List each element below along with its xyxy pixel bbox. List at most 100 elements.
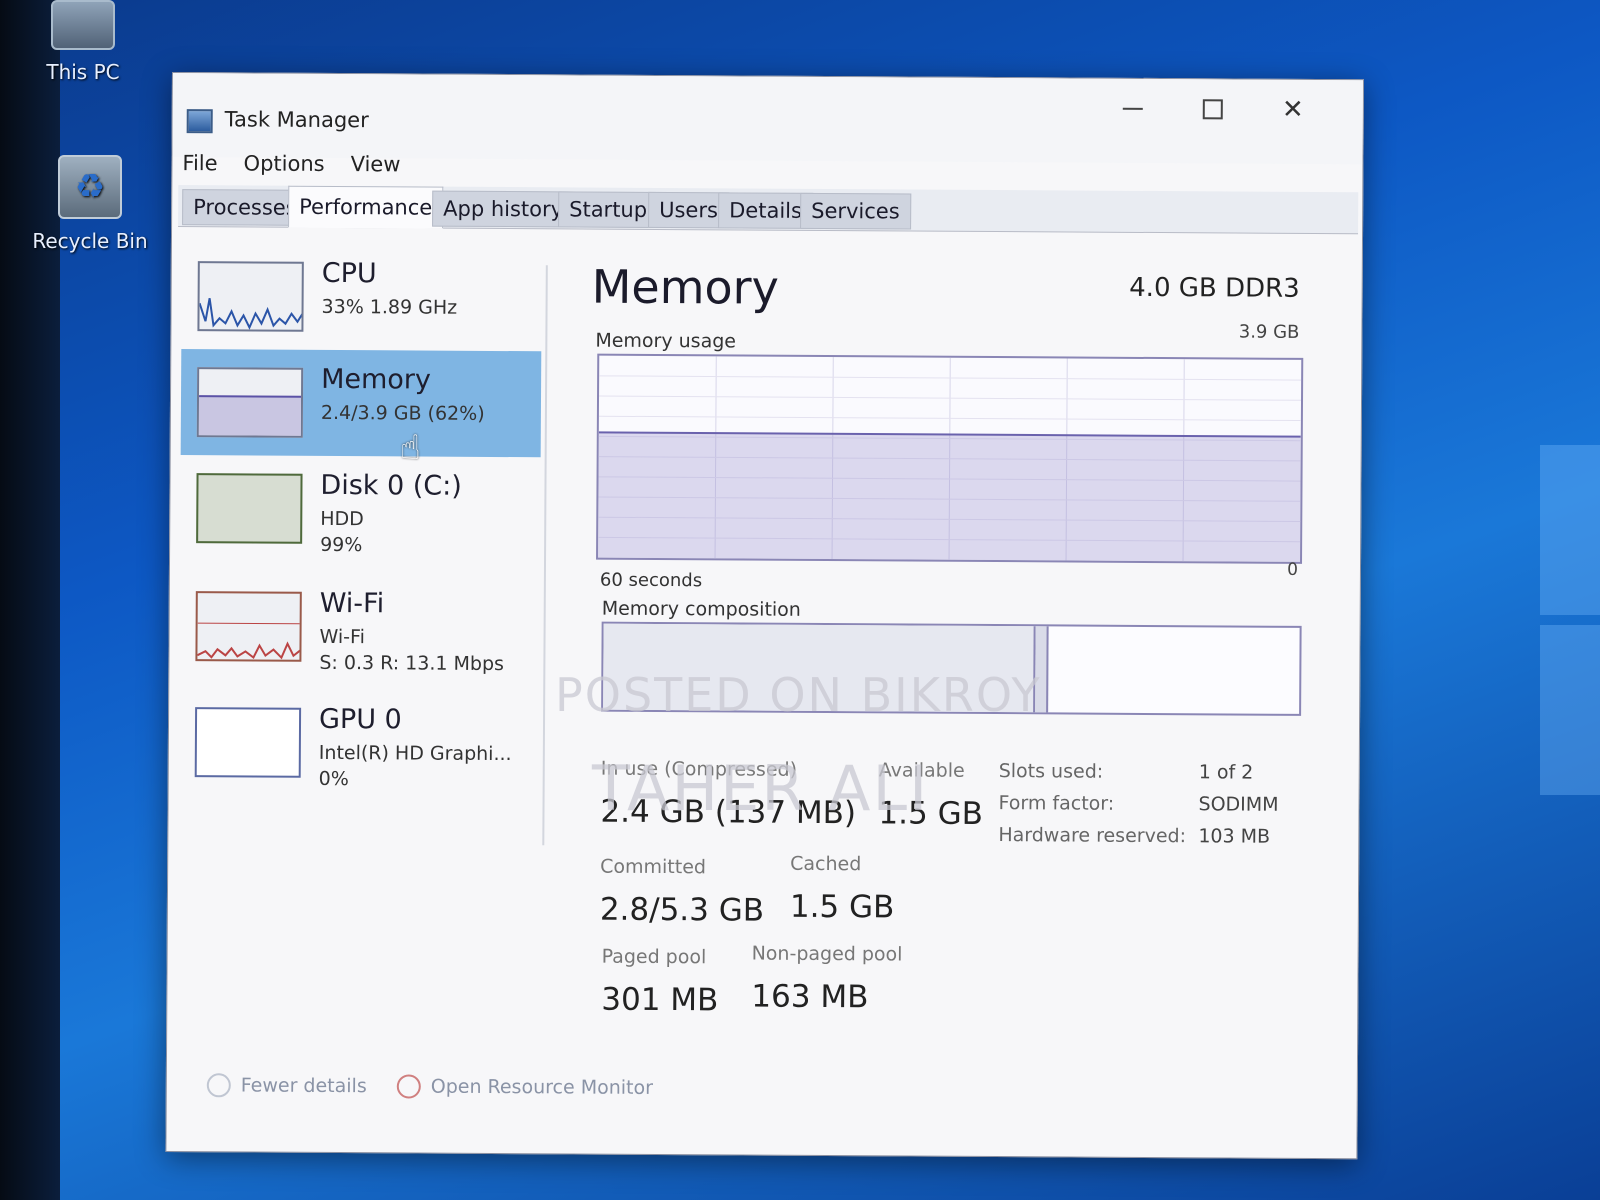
stat-value: 163 MB [751,978,869,1016]
minimize-icon [1122,107,1143,110]
desktop-icon-label: This PC [46,60,120,84]
usage-chart-max: 3.9 GB [1238,321,1300,343]
sidebar-item-disk[interactable]: Disk 0 (C:) HDD 99% [180,455,541,563]
desktop-icon-recycle-bin[interactable]: ♻ Recycle Bin [25,155,155,253]
tab-users[interactable]: Users [648,191,730,229]
open-resource-monitor-link[interactable]: Open Resource Monitor [396,1074,654,1100]
task-manager-window: Task Manager ✕ File Options View Process… [165,72,1364,1160]
sidebar-item-name: Wi-Fi [319,587,385,620]
gpu-thumbnail-graph [194,707,302,778]
stat-cached: Cached 1.5 GB [790,853,895,926]
stat-label: Non-paged pool [751,942,903,966]
stat-label: Available [878,759,965,782]
spec-value: 1 of 2 [1198,761,1254,784]
memory-specs: Slots used: 1 of 2 Form factor: SODIMM H… [998,760,1279,858]
sidebar-item-memory[interactable]: Memory 2.4/3.9 GB (62%) [180,349,542,458]
close-button[interactable]: ✕ [1263,90,1323,130]
sidebar-item-detail: 33% 1.89 GHz [321,295,458,319]
resource-sidebar: CPU 33% 1.89 GHz Memory 2.4/3.9 GB (62%)… [178,243,552,825]
fewer-details-label: Fewer details [240,1074,367,1098]
chevron-up-icon [206,1073,231,1098]
sidebar-item-name: CPU [321,257,377,290]
windows-logo-pane [1540,445,1600,615]
tab-app-history[interactable]: App history [432,190,575,228]
sidebar-item-detail-2: S: 0.3 R: 13.1 Mbps [319,651,505,676]
disk-thumbnail-graph [196,473,303,544]
spec-key: Slots used: [998,760,1104,783]
sidebar-item-detail-2: 0% [318,767,349,791]
sidebar-item-detail-2: 99% [320,533,363,557]
stat-value: 301 MB [601,981,719,1019]
tab-services[interactable]: Services [800,192,911,230]
sidebar-item-gpu[interactable]: GPU 0 Intel(R) HD Graphi... 0% [179,689,540,797]
desktop-icon-this-pc[interactable]: This PC [18,0,148,84]
stat-committed: Committed 2.8/5.3 GB [600,856,765,929]
stat-value: 2.4 GB (137 MB) [600,793,857,832]
minimize-button[interactable] [1103,89,1163,129]
spec-key: Hardware reserved: [998,824,1187,848]
usage-axis-left-label: 60 seconds [599,569,703,592]
sidebar-item-name: Disk 0 (C:) [320,469,462,502]
memory-spec: 4.0 GB DDR3 [1129,272,1300,304]
tab-performance[interactable]: Performance [288,185,444,229]
maximize-icon [1202,99,1223,120]
composition-in-use [603,623,1036,713]
tab-details[interactable]: Details [718,192,814,229]
tab-startup[interactable]: Startup [558,191,659,228]
sidebar-item-cpu[interactable]: CPU 33% 1.89 GHz [181,243,542,351]
menu-file[interactable]: File [182,151,217,175]
stat-label: Cached [790,852,862,876]
desktop-icon-label: Recycle Bin [32,229,148,253]
stat-available: Available 1.5 GB [878,759,983,832]
sidebar-item-detail: Intel(R) HD Graphi... [318,741,512,766]
stat-label: Committed [600,855,707,879]
footer: Fewer details Open Resource Monitor [206,1073,654,1100]
cpu-thumbnail-graph [197,261,304,332]
spec-row-hardware-reserved: Hardware reserved: 103 MB [998,824,1278,858]
memory-thumbnail-graph [196,367,304,438]
memory-usage-chart [596,353,1304,564]
fewer-details-link[interactable]: Fewer details [206,1073,367,1098]
composition-label: Memory composition [601,597,801,621]
title-bar[interactable]: Task Manager ✕ [172,73,1363,165]
stat-non-paged-pool: Non-paged pool 163 MB [751,943,902,1016]
stat-value: 1.5 GB [789,888,895,926]
sidebar-item-detail: Wi-Fi [319,625,365,649]
usage-axis-right-label: 0 [1287,559,1299,580]
menu-bar: File Options View [182,151,400,176]
maximize-button[interactable] [1183,89,1243,129]
sidebar-item-detail: 2.4/3.9 GB (62%) [320,401,485,425]
memory-composition-bar [601,621,1302,716]
tab-strip: Processes Performance App history Startu… [178,185,1359,235]
resource-monitor-label: Open Resource Monitor [430,1075,654,1099]
stat-value: 2.8/5.3 GB [599,891,765,929]
stat-paged-pool: Paged pool 301 MB [601,946,718,1019]
recycle-bin-icon: ♻ [58,155,122,219]
sidebar-item-name: Memory [321,363,432,396]
resource-monitor-icon [396,1074,421,1099]
page-title: Memory [591,259,779,315]
menu-view[interactable]: View [351,152,401,176]
menu-options[interactable]: Options [244,151,325,175]
stat-in-use: In use (Compressed) 2.4 GB (137 MB) [600,758,856,832]
spec-row-form-factor: Form factor: SODIMM [998,792,1278,826]
sidebar-item-name: GPU 0 [318,703,402,736]
spec-key: Form factor: [998,792,1115,815]
stat-label: Paged pool [601,945,707,969]
composition-modified [1034,626,1050,713]
memory-usage-graph [598,356,1302,562]
spec-value: 103 MB [1198,825,1271,848]
stat-value: 1.5 GB [878,795,984,832]
computer-icon [51,0,115,50]
usage-chart-label: Memory usage [595,329,737,353]
sidebar-item-detail: HDD [320,507,364,531]
close-icon: ✕ [1281,94,1304,125]
window-title: Task Manager [224,107,369,133]
stat-label: In use (Compressed) [600,757,798,781]
memory-panel: Memory 4.0 GB DDR3 Memory usage 3.9 GB 6… [592,246,1312,1018]
usage-area [598,432,1301,562]
spec-row-slots: Slots used: 1 of 2 [999,760,1279,794]
sidebar-item-wifi[interactable]: Wi-Fi Wi-Fi S: 0.3 R: 13.1 Mbps [179,573,540,681]
hand-cursor-icon: ☝ [400,428,421,468]
wifi-thumbnail-graph [195,591,302,662]
